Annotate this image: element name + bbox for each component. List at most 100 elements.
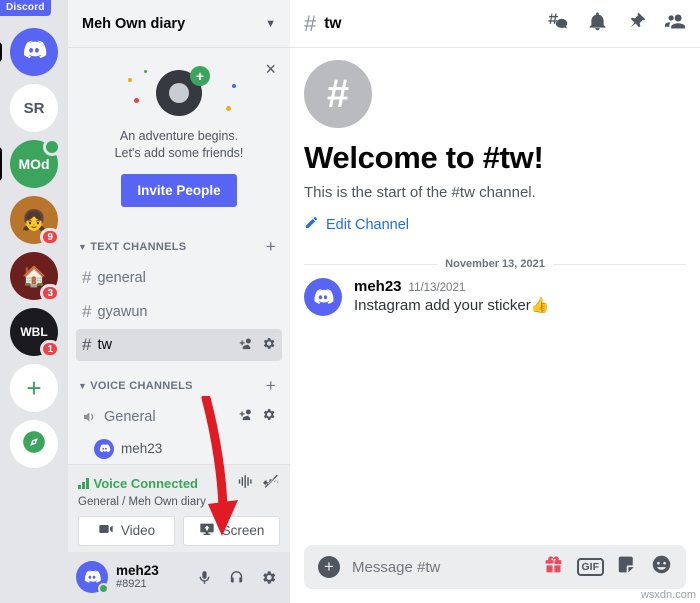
avatar[interactable] <box>76 561 109 595</box>
screen-share-icon <box>199 521 215 540</box>
video-button[interactable]: Video <box>78 515 175 546</box>
explore-servers-button[interactable] <box>10 420 58 468</box>
user-identity: meh23 #8921 <box>116 563 159 591</box>
sticker-icon[interactable] <box>617 554 638 580</box>
sparkle-icon <box>144 70 147 73</box>
hash-icon: # <box>82 335 92 355</box>
member-list-icon[interactable] <box>665 11 686 37</box>
sidebar-item-server-wbl[interactable]: WBL 1 <box>10 308 60 358</box>
channel-sidebar: Meh Own diary ▼ × + An adventure begins.… <box>68 0 290 603</box>
sparkle-icon <box>128 78 132 82</box>
disconnect-icon[interactable] <box>263 473 280 495</box>
speaker-icon <box>82 409 98 425</box>
message-input[interactable]: Message #tw <box>352 559 531 576</box>
gear-icon[interactable] <box>261 336 276 355</box>
server-sr-label: SR <box>23 99 45 117</box>
hash-icon: # <box>304 10 317 36</box>
server-wbl-label: WBL <box>20 325 48 339</box>
create-channel-button[interactable]: + <box>266 237 280 257</box>
voice-location: General / Meh Own diary <box>78 495 206 508</box>
hash-icon: # <box>82 301 92 321</box>
upload-attachment-button[interactable]: + <box>318 556 340 578</box>
voice-member-name: meh23 <box>121 441 163 457</box>
server-mod-label: MOd <box>18 156 50 172</box>
invite-people-button[interactable]: Invite People <box>121 174 237 207</box>
gear-icon[interactable] <box>254 563 282 591</box>
username: meh23 <box>116 563 159 579</box>
screen-button-label: Screen <box>221 523 265 538</box>
channel-name: General <box>104 408 156 425</box>
guild-name: Meh Own diary <box>82 15 186 32</box>
avatar[interactable] <box>304 278 342 316</box>
promo-plus-icon: + <box>190 66 210 86</box>
discord-brand-tag: Discord <box>0 0 51 16</box>
sidebar-item-channel-gyawun[interactable]: # gyawun <box>76 296 282 328</box>
voice-connected-panel: Voice Connected General / Meh Own diary <box>68 463 290 552</box>
page-title: Welcome to #tw! <box>304 140 544 175</box>
sidebar-item-server-avatar-girl[interactable]: 👧 9 <box>10 196 60 246</box>
message-author[interactable]: meh23 <box>354 278 402 295</box>
pencil-icon <box>304 215 319 234</box>
headphones-icon[interactable] <box>222 563 250 591</box>
channel-actions <box>239 336 276 355</box>
promo-line-1: An adventure begins. <box>119 129 239 143</box>
sidebar-item-voice-general[interactable]: General <box>76 401 282 433</box>
unread-badge: 3 <box>40 284 60 302</box>
gift-icon[interactable] <box>543 554 564 580</box>
active-server-pill <box>0 42 2 62</box>
sidebar-item-channel-tw[interactable]: # tw <box>76 329 282 362</box>
sidebar-item-server-avatar-house[interactable]: 🏠 3 <box>10 252 60 302</box>
chevron-down-icon: ▼ <box>78 242 88 252</box>
message-composer[interactable]: + Message #tw GIF <box>304 545 686 589</box>
channel-title: tw <box>324 14 342 32</box>
edit-channel-label: Edit Channel <box>326 216 410 233</box>
unread-badge: 9 <box>40 228 60 246</box>
category-label: TEXT CHANNELS <box>90 241 187 253</box>
create-invite-icon[interactable] <box>239 407 254 426</box>
emoji-icon[interactable] <box>651 554 672 580</box>
category-label: VOICE CHANNELS <box>90 380 193 393</box>
channel-name: general <box>97 269 146 286</box>
threads-icon[interactable] <box>548 11 569 37</box>
edit-channel-link[interactable]: Edit Channel <box>304 215 686 234</box>
message-list: # Welcome to #tw! This is the start of t… <box>290 48 700 537</box>
channel-name: gyawun <box>97 303 148 320</box>
screen-share-button[interactable]: Screen <box>183 515 280 546</box>
user-discriminator: #8921 <box>116 578 147 591</box>
microphone-icon[interactable] <box>190 563 218 591</box>
notification-bell-icon[interactable] <box>587 11 608 37</box>
guild-header[interactable]: Meh Own diary ▼ <box>68 0 290 48</box>
date-divider: November 13, 2021 <box>304 258 687 270</box>
active-server-pill <box>0 147 2 181</box>
chevron-down-icon: ▼ <box>265 17 276 30</box>
chevron-down-icon: ▼ <box>78 381 88 392</box>
message-text: Instagram add your sticker👍 <box>354 297 550 314</box>
welcome-subtitle: This is the start of the #tw channel. <box>304 184 536 201</box>
gif-picker-button[interactable]: GIF <box>576 558 604 576</box>
compass-icon <box>21 429 47 459</box>
hash-icon: # <box>82 267 92 287</box>
category-voice-channels[interactable]: ▼ VOICE CHANNELS + <box>68 362 290 400</box>
channel-welcome-icon: # <box>304 60 372 128</box>
video-camera-icon <box>98 521 114 540</box>
message-timestamp: 11/13/2021 <box>408 282 466 294</box>
add-server-button[interactable]: + <box>10 364 58 412</box>
gear-icon[interactable] <box>261 407 276 426</box>
sidebar-item-channel-general[interactable]: # general <box>76 262 282 294</box>
video-button-label: Video <box>120 523 156 538</box>
voice-status-label: Voice Connected <box>93 476 199 491</box>
pinned-messages-icon[interactable] <box>626 11 647 37</box>
category-text-channels[interactable]: ▼ TEXT CHANNELS + <box>68 223 290 261</box>
date-divider-label: November 13, 2021 <box>445 258 545 270</box>
sidebar-item-server-sr[interactable]: SR <box>10 84 58 132</box>
sidebar-item-server-mod[interactable]: MOd <box>0 138 61 188</box>
channel-header: # tw <box>290 0 700 48</box>
promo-line-2: Let's add some friends! <box>114 146 244 160</box>
create-channel-button[interactable]: + <box>266 376 280 396</box>
online-status-badge <box>43 138 61 156</box>
create-invite-icon[interactable] <box>239 336 254 355</box>
current-user-bar: meh23 #8921 <box>68 551 290 603</box>
noise-suppression-icon[interactable] <box>236 473 253 495</box>
voice-member-meh23[interactable]: meh23 <box>88 435 282 463</box>
sidebar-item-discord-home[interactable] <box>0 28 58 76</box>
